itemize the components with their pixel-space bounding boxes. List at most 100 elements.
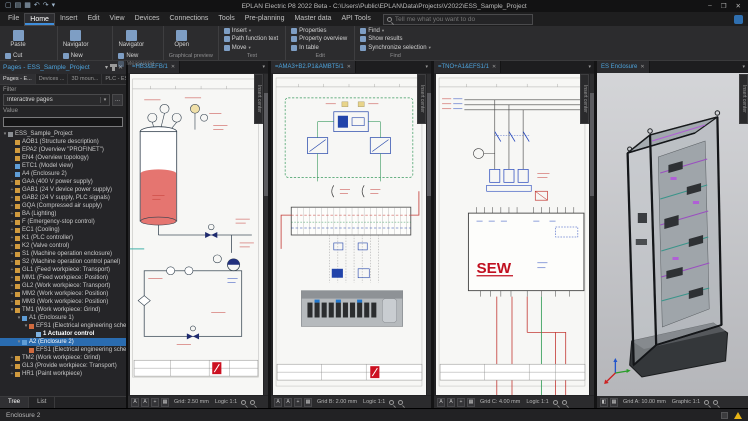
quick-access-icon[interactable]: ▢ — [5, 1, 12, 11]
tree-item[interactable]: ▾ EFS1 (Electrical engineering schematic… — [0, 322, 126, 330]
zoom-in-icon[interactable] — [713, 400, 718, 405]
tree-list-tab[interactable]: List — [29, 397, 55, 408]
panel-tab[interactable]: Pages - E... — [0, 74, 36, 84]
zoom-out-icon[interactable] — [553, 400, 558, 405]
ribbon-button[interactable]: In table — [291, 44, 349, 52]
quick-access-icon[interactable]: ▤ — [15, 1, 22, 11]
zoom-out-icon[interactable] — [704, 400, 709, 405]
ribbon-button[interactable]: Path function text — [224, 35, 280, 43]
value-input[interactable] — [3, 117, 123, 127]
insert-center-tab[interactable]: Insert center — [417, 74, 426, 124]
tree-item[interactable]: AOB1 (Structure description) — [0, 138, 126, 146]
ribbon-button[interactable]: Paste — [5, 27, 31, 52]
ribbon-button[interactable]: Move ▾ — [224, 44, 280, 52]
pin-icon[interactable] — [112, 64, 115, 71]
snap-icon[interactable]: A — [437, 398, 445, 407]
enclosure-3d-canvas[interactable] — [597, 73, 748, 396]
object-snap-icon[interactable]: A — [447, 398, 455, 407]
tree-item[interactable]: + GL3 (Provide workpiece: Transport) — [0, 362, 126, 370]
ribbon-button[interactable]: New — [118, 52, 156, 60]
tree-item[interactable]: ▾ ESS_Sample_Project — [0, 130, 126, 138]
menu-tab[interactable]: File — [3, 13, 24, 26]
ribbon-button[interactable]: Properties — [291, 27, 349, 35]
tree-item[interactable]: EFS1 (Electrical engineering schematics) — [0, 346, 126, 354]
panel-tab[interactable]: PLC - ESS... — [102, 74, 126, 84]
close-icon[interactable]: ✕ — [347, 64, 351, 70]
quick-access-icon[interactable]: ↷ — [43, 1, 49, 11]
window-list-icon[interactable]: ▾ — [585, 64, 594, 70]
maximize-icon[interactable]: ❐ — [721, 2, 727, 10]
fluid-schematic-canvas[interactable] — [273, 74, 426, 395]
menu-tab[interactable]: Pre-planning — [240, 13, 290, 26]
tree-item[interactable]: + MM3 (Work workpiece: Position) — [0, 298, 126, 306]
grid-icon[interactable]: ▦ — [467, 398, 475, 407]
object-snap-icon[interactable]: A — [141, 398, 149, 407]
tree-item[interactable]: ▾ A2 (Enclosure 2) — [0, 338, 126, 346]
insert-center-tab[interactable]: Insert center — [254, 74, 263, 124]
tree-item[interactable]: + MM2 (Work workpiece: Position) — [0, 290, 126, 298]
search-input[interactable] — [395, 16, 529, 23]
ribbon-button[interactable]: Find ▾ — [360, 27, 431, 35]
snap-icon[interactable]: A — [274, 398, 282, 407]
grid-icon[interactable]: ▦ — [304, 398, 312, 407]
window-list-icon[interactable]: ▾ — [259, 64, 268, 70]
tree-item[interactable]: ▾ TM1 (Work workpiece: Grind) — [0, 306, 126, 314]
tree-item[interactable]: ▾ A1 (Enclosure 1) — [0, 314, 126, 322]
tree-item[interactable]: + GAA (400 V power supply) — [0, 178, 126, 186]
zoom-in-icon[interactable] — [562, 400, 567, 405]
tree-item[interactable]: + BA (Lighting) — [0, 210, 126, 218]
insert-center-tab[interactable]: Insert center — [739, 74, 748, 124]
ribbon-button[interactable]: Show results — [360, 35, 431, 43]
tree-item[interactable]: EN4 (Overview topology) — [0, 154, 126, 162]
chevron-down-icon[interactable]: ▾ — [100, 97, 109, 103]
document-tab[interactable]: =AMA3+B2.P1&AMBT5/1 ✕ — [271, 61, 356, 73]
power-schematic-canvas[interactable]: SEW — [436, 74, 589, 395]
grid-icon[interactable]: ▦ — [161, 398, 169, 407]
document-tab[interactable]: =TNO+A1&EFS1/1 ✕ — [434, 61, 501, 73]
zoom-in-icon[interactable] — [398, 400, 403, 405]
tree-item[interactable]: + S1 (Machine operation enclosure) — [0, 250, 126, 258]
tree-item[interactable]: + S2 (Machine operation control panel) — [0, 258, 126, 266]
close-icon[interactable]: ✕ — [492, 64, 496, 70]
crosshair-icon[interactable]: + — [294, 398, 302, 407]
filter-more-button[interactable]: ... — [112, 94, 123, 106]
close-icon[interactable]: ✕ — [736, 2, 741, 10]
vertical-scrollbar[interactable] — [427, 74, 431, 395]
menu-tab[interactable]: Connections — [165, 13, 214, 26]
quick-access-icon[interactable]: ▦ — [24, 1, 31, 11]
minimize-icon[interactable]: – — [708, 2, 712, 10]
menu-tab[interactable]: Devices — [130, 13, 165, 26]
menu-tab[interactable]: Master data — [289, 13, 336, 26]
zoom-in-icon[interactable] — [250, 400, 255, 405]
tree-item[interactable]: + GL2 (Work workpiece: Transport) — [0, 282, 126, 290]
document-tab[interactable]: ES Enclosure ✕ — [597, 61, 650, 73]
menu-tab[interactable]: Insert — [55, 13, 83, 26]
ribbon-button[interactable]: Navigator — [118, 27, 144, 52]
zoom-out-icon[interactable] — [241, 400, 246, 405]
quick-access-icon[interactable]: ▾ — [52, 1, 56, 11]
view-icon[interactable]: ◧ — [600, 398, 608, 407]
ribbon-button[interactable]: Open — [169, 27, 195, 52]
snap-icon[interactable]: A — [131, 398, 139, 407]
tree-item[interactable]: + GL1 (Feed workpiece: Transport) — [0, 266, 126, 274]
menu-tab[interactable]: Tools — [213, 13, 239, 26]
tree-item[interactable]: + HR1 (Paint workpiece) — [0, 370, 126, 378]
tree-item[interactable]: + TM2 (Work workpiece: Grind) — [0, 354, 126, 362]
app-badge-icon[interactable] — [734, 15, 743, 24]
tree-item[interactable]: + EC1 (Cooling) — [0, 226, 126, 234]
panel-tab[interactable]: 3D moun... — [68, 74, 102, 84]
status-tool-icon[interactable] — [721, 412, 728, 419]
warning-icon[interactable] — [734, 412, 742, 419]
pid-schematic-canvas[interactable] — [130, 74, 263, 395]
insert-center-tab[interactable]: Insert center — [580, 74, 589, 124]
ribbon-button[interactable]: Cut — [5, 52, 52, 60]
close-icon[interactable]: ✕ — [640, 64, 644, 70]
menu-tab[interactable]: Home — [24, 13, 55, 26]
tree-item[interactable]: + MM1 (Feed workpiece: Position) — [0, 274, 126, 282]
vertical-scrollbar[interactable] — [264, 74, 268, 395]
menu-tab[interactable]: View — [105, 13, 130, 26]
object-snap-icon[interactable]: A — [284, 398, 292, 407]
ribbon-button[interactable]: New — [63, 52, 108, 60]
ribbon-button[interactable]: Insert ▾ — [224, 27, 280, 35]
tree-item[interactable]: 1 Actuator control — [0, 330, 126, 338]
